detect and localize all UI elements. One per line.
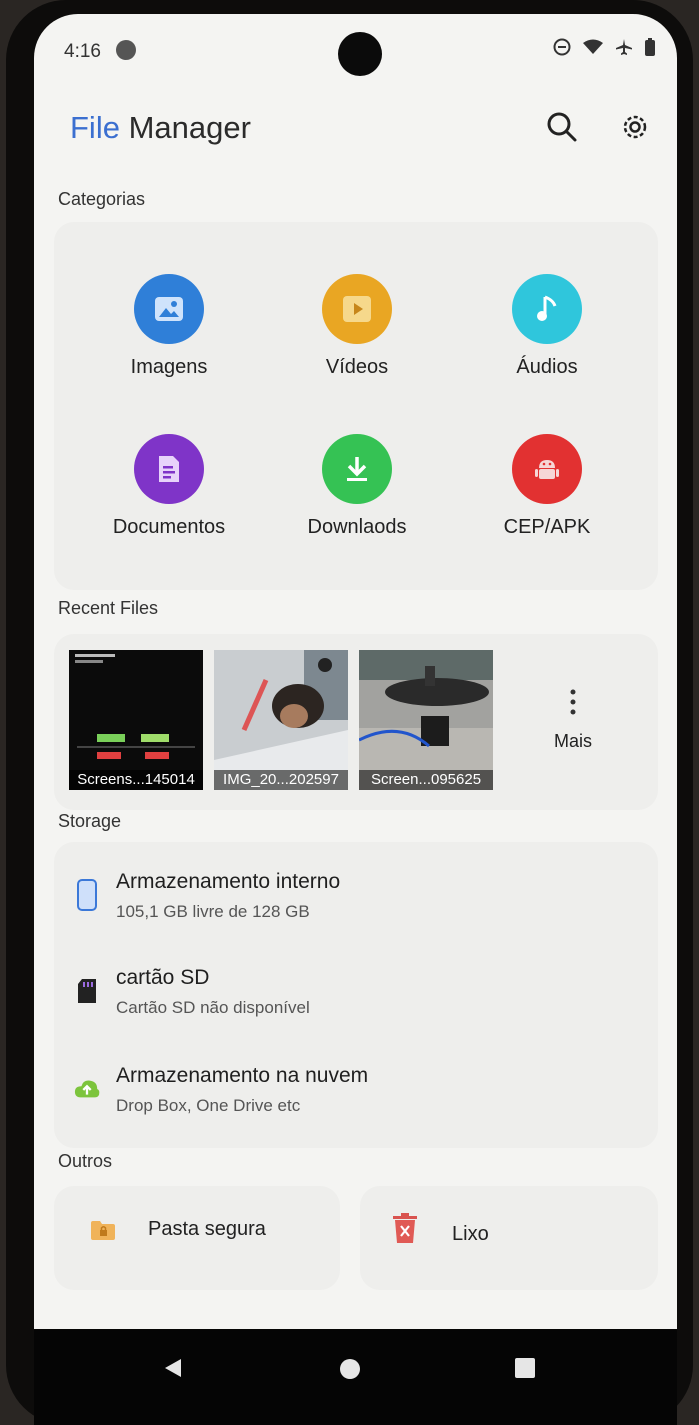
back-button[interactable]	[162, 1357, 184, 1379]
wifi-icon	[583, 39, 603, 54]
more-vertical-icon	[569, 689, 577, 717]
app-title: File Manager	[70, 110, 251, 146]
secure-folder-button[interactable]: Pasta segura	[90, 1218, 266, 1241]
storage-cloud[interactable]: Armazenamento na nuvem Drop Box, One Dri…	[74, 1064, 368, 1116]
document-icon	[134, 434, 204, 504]
search-button[interactable]	[540, 105, 584, 149]
trash-icon	[393, 1213, 417, 1243]
status-bar: 4:16	[34, 14, 677, 84]
more-recent-button[interactable]: Mais	[542, 664, 604, 776]
play-icon	[322, 274, 392, 344]
app-title-accent: File	[70, 110, 120, 145]
categories-heading: Categorias	[58, 189, 146, 209]
dnd-icon	[553, 38, 571, 56]
recent-file-thumb[interactable]: Screen...095625	[359, 650, 493, 790]
category-label: CEP/APK	[503, 516, 591, 538]
recent-file-name: Screen...095625	[359, 770, 493, 790]
trash-label: Lixo	[452, 1223, 489, 1245]
photo-preview	[214, 650, 348, 790]
home-button[interactable]	[338, 1357, 362, 1381]
category-videos[interactable]: Vídeos	[282, 274, 432, 379]
storage-sd-card[interactable]: cartão SD Cartão SD não disponível	[74, 966, 310, 1018]
gear-icon	[623, 115, 647, 139]
photo-preview	[359, 650, 493, 790]
search-icon	[547, 112, 577, 142]
front-camera	[338, 32, 382, 76]
music-note-icon	[512, 274, 582, 344]
trash-button[interactable]: Lixo	[452, 1223, 489, 1246]
app-title-rest: Manager	[128, 110, 251, 145]
airplane-icon	[616, 39, 632, 55]
screen: 4:16 File Manager Categorias Imagens Víd…	[34, 14, 677, 1425]
category-label: Documentos	[112, 516, 226, 538]
notification-app-icon	[116, 40, 136, 60]
sd-card-icon	[74, 974, 100, 1008]
download-icon	[322, 434, 392, 504]
cloud-upload-icon	[74, 1072, 100, 1106]
category-label: Vídeos	[325, 356, 389, 378]
category-label: Downlaods	[307, 516, 407, 538]
screenshot-preview	[69, 650, 203, 790]
storage-desc: Cartão SD não disponível	[116, 998, 310, 1017]
category-images[interactable]: Imagens	[94, 274, 244, 379]
recent-file-thumb[interactable]: Screens...145014	[69, 650, 203, 790]
navigation-bar	[34, 1329, 677, 1425]
storage-desc: 105,1 GB livre de 128 GB	[116, 902, 310, 921]
category-downloads[interactable]: Downlaods	[282, 434, 432, 539]
storage-desc: Drop Box, One Drive etc	[116, 1096, 301, 1115]
home-icon	[340, 1359, 360, 1379]
recent-files-heading: Recent Files	[58, 598, 159, 618]
recent-file-name: IMG_20...202597	[214, 770, 348, 790]
storage-name: Armazenamento na nuvem	[116, 1064, 369, 1087]
back-icon	[165, 1359, 181, 1377]
trash-icon-button[interactable]	[392, 1212, 418, 1244]
secure-folder-label: Pasta segura	[148, 1218, 266, 1240]
lock-folder-icon	[91, 1220, 115, 1240]
phone-frame: 4:16 File Manager Categorias Imagens Víd…	[6, 0, 693, 1425]
android-icon	[512, 434, 582, 504]
battery-icon	[645, 38, 655, 56]
category-audios[interactable]: Áudios	[472, 274, 622, 379]
category-label: Áudios	[516, 356, 578, 378]
category-apk[interactable]: CEP/APK	[472, 434, 622, 539]
storage-name: Armazenamento interno	[116, 870, 341, 893]
others-heading: Outros	[58, 1151, 113, 1171]
recents-icon	[515, 1358, 535, 1378]
settings-button[interactable]	[613, 105, 657, 149]
more-label: Mais	[553, 730, 592, 751]
category-documents[interactable]: Documentos	[94, 434, 244, 539]
image-icon	[134, 274, 204, 344]
recents-button[interactable]	[514, 1357, 536, 1379]
category-label: Imagens	[130, 356, 208, 378]
recent-file-name: Screens...145014	[69, 770, 203, 790]
recent-file-thumb[interactable]: IMG_20...202597	[214, 650, 348, 790]
storage-name: cartão SD	[116, 966, 210, 989]
status-icons	[553, 38, 655, 56]
categories-card: Imagens Vídeos Áudios Documentos Downlao…	[54, 222, 658, 590]
status-time: 4:16	[64, 41, 101, 62]
storage-internal[interactable]: Armazenamento interno 105,1 GB livre de …	[74, 870, 340, 922]
phone-icon	[74, 878, 100, 912]
storage-heading: Storage	[58, 811, 122, 831]
